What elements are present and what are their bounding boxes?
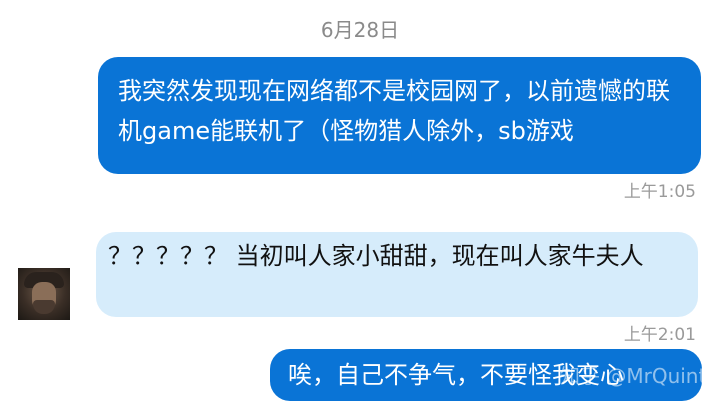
outgoing-message-bubble[interactable]: 我突然发现现在网络都不是校园网了，以前遗憾的联机game能联机了（怪物猎人除外，… <box>98 57 701 174</box>
message-timestamp: 上午2:01 <box>623 325 696 345</box>
watermark: 知乎 @MrQuint <box>560 364 707 388</box>
message-text: ？？？？？ 当初叫人家小甜甜，现在叫人家牛夫人 <box>108 242 644 270</box>
message-text: 我突然发现现在网络都不是校园网了，以前遗憾的联机game能联机了（怪物猎人除外，… <box>118 77 670 145</box>
incoming-message-bubble[interactable]: ？？？？？ 当初叫人家小甜甜，现在叫人家牛夫人 <box>96 232 698 317</box>
date-header: 6月28日 <box>320 18 400 42</box>
avatar[interactable] <box>18 268 70 320</box>
avatar-beard <box>33 300 55 314</box>
message-timestamp: 上午1:05 <box>623 182 696 202</box>
